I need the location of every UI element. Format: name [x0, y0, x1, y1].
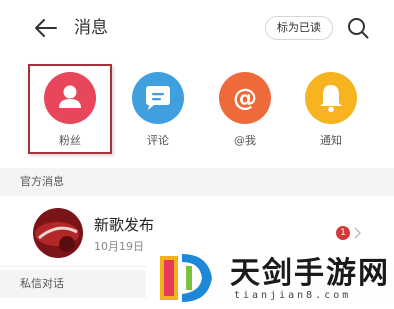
message-title: 新歌发布 — [94, 216, 155, 234]
category-label-mentions: @我 — [234, 134, 256, 147]
mark-as-read-button[interactable]: 标为已读 — [265, 16, 333, 40]
person-icon — [59, 85, 81, 108]
watermark: 天剑手游网 tianjian8.com — [146, 246, 394, 309]
avatar — [33, 208, 83, 258]
messages-screen: 消息 标为已读 粉丝 评论 @ @我 通知 官方消息 新歌发布 10月19日 1… — [0, 0, 394, 309]
watermark-url: tianjian8.com — [234, 290, 352, 301]
category-comments[interactable]: 评论 — [125, 72, 191, 152]
category-notifications[interactable]: 通知 — [298, 72, 364, 152]
watermark-logo-icon — [160, 254, 212, 302]
unread-badge: 1 — [336, 226, 350, 240]
search-icon[interactable] — [347, 17, 369, 39]
comments-circle — [132, 72, 184, 124]
message-date: 10月19日 — [94, 240, 144, 253]
header-bar: 消息 标为已读 — [0, 0, 394, 58]
category-label-fans: 粉丝 — [59, 134, 81, 147]
category-label-comments: 评论 — [147, 134, 169, 147]
category-fans[interactable]: 粉丝 — [37, 72, 103, 152]
category-mentions[interactable]: @ @我 — [212, 72, 278, 152]
at-sign-icon: @ — [233, 84, 257, 112]
bell-icon — [320, 85, 342, 113]
watermark-text: 天剑手游网 — [230, 256, 390, 291]
category-label-notifications: 通知 — [320, 134, 342, 147]
notifications-circle — [305, 72, 357, 124]
arrow-left-icon[interactable] — [32, 16, 58, 40]
section-header-official: 官方消息 — [0, 168, 394, 196]
chevron-right-icon — [354, 227, 362, 239]
page-title: 消息 — [74, 18, 108, 38]
svg-text:@: @ — [233, 84, 257, 112]
mentions-circle: @ — [219, 72, 271, 124]
fans-circle — [44, 72, 96, 124]
chat-bubble-icon — [146, 86, 170, 110]
